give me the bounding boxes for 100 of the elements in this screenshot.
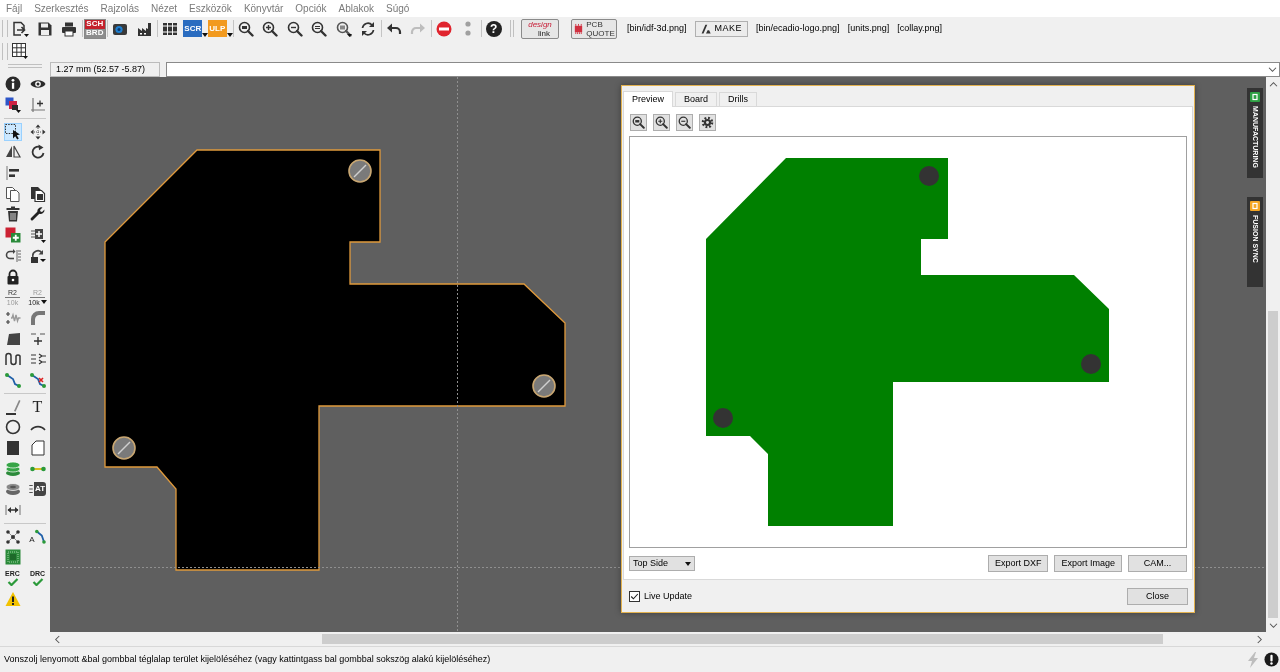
caret-icon (226, 33, 233, 37)
print-icon[interactable] (61, 20, 78, 37)
menu-item[interactable]: Fájl (6, 3, 23, 14)
dashed-select-cursor-icon[interactable] (3, 122, 22, 141)
pen-line-icon[interactable] (3, 397, 22, 416)
toolbar-handle[interactable] (2, 20, 8, 37)
switch-segment[interactable]: SCH (84, 19, 105, 29)
disc-stack-icon[interactable] (3, 459, 22, 478)
alert-icon[interactable] (1264, 652, 1279, 667)
zoom-fit-icon[interactable] (237, 20, 254, 37)
rounded-corner-icon[interactable] (28, 308, 47, 327)
stop-icon[interactable] (435, 20, 452, 37)
chevron-down-icon[interactable] (1268, 621, 1278, 629)
zoom-fit-icon (632, 116, 645, 129)
settings-icon (701, 116, 714, 129)
caret-icon (202, 33, 209, 37)
align-left-icon[interactable] (3, 164, 22, 183)
chevron-right-icon[interactable] (1255, 634, 1263, 644)
text-tool[interactable]: T (27, 397, 48, 417)
chevron-left-icon[interactable] (53, 634, 61, 644)
drill-hole (713, 408, 733, 428)
pcb-quote-button[interactable]: PCB QUOTE (571, 18, 617, 39)
route-cross-icon[interactable] (28, 370, 47, 389)
toolbar-handle[interactable] (8, 64, 42, 68)
menu-item[interactable]: Nézet (150, 3, 178, 14)
status-message: Vonszolj lenyomott &bal gombbal téglalap terület kijelöléséhez (vagy kattintgass bal gombbal sokszög alakú kijelöléséhez) (4, 655, 492, 664)
menu-item[interactable]: Rajzolás (100, 3, 139, 14)
zoom-out-icon (678, 116, 691, 129)
settings-button[interactable] (699, 114, 716, 131)
make-button[interactable]: MAKE (694, 20, 749, 37)
check-icon (6, 578, 19, 587)
route-line-icon (34, 529, 46, 546)
chevron-up-icon[interactable] (1268, 81, 1278, 88)
toolbar-link[interactable]: [collay.png] (897, 24, 942, 33)
zoom-out-button[interactable] (676, 114, 693, 131)
books-icon[interactable] (162, 20, 179, 37)
toolbar-handle[interactable] (2, 42, 8, 60)
dots-icon[interactable] (465, 20, 472, 37)
dialog-tab[interactable]: Preview (623, 91, 673, 107)
attribute-tool[interactable]: AT (26, 479, 49, 499)
route-line-icon[interactable] (3, 370, 22, 389)
scrollbar-thumb[interactable] (322, 634, 1163, 644)
dark-pages-icon[interactable] (28, 184, 47, 203)
dialog-tab[interactable]: Board (675, 92, 718, 106)
triangle-logo-icon (700, 23, 711, 34)
drill-hole (1081, 354, 1101, 374)
axes-plus-icon[interactable] (28, 96, 47, 115)
add-squares-icon[interactable] (3, 226, 22, 245)
zoom-caret-icon[interactable] (335, 20, 352, 37)
zoom-in-icon[interactable] (262, 20, 279, 37)
framed-grid-square-icon[interactable] (3, 548, 22, 567)
menu-item[interactable]: Opciók (295, 3, 327, 14)
action-button[interactable]: CAM... (1128, 555, 1187, 572)
circle-icon[interactable] (3, 418, 22, 437)
script-button[interactable]: SCR (183, 20, 203, 37)
menu-item[interactable]: Ablakok (338, 3, 375, 14)
dialog-tab[interactable]: Drills (719, 92, 758, 106)
live-update-checkbox[interactable] (629, 590, 640, 602)
menu-item[interactable]: Súgó (386, 3, 410, 14)
dot-network-icon[interactable] (3, 527, 22, 546)
menu-item[interactable]: Könyvtár (243, 3, 284, 14)
zoom-in-button[interactable] (653, 114, 670, 131)
caret-icon (40, 300, 47, 305)
swap-cycle-icon[interactable] (3, 246, 22, 265)
live-update-label: Live Update (644, 591, 693, 601)
save-icon[interactable] (36, 20, 53, 37)
info-icon[interactable] (3, 75, 22, 94)
mounting-hole (532, 374, 556, 398)
action-button[interactable]: Export Image (1054, 555, 1122, 572)
toolbar-link[interactable]: [bin/idf-3d.png] (627, 24, 687, 33)
design-link-button[interactable]: design link (521, 18, 559, 39)
chevron-down-icon[interactable] (1268, 66, 1277, 73)
menu-item[interactable]: Eszközök (189, 3, 232, 14)
scrollbar-thumb[interactable] (1268, 311, 1278, 618)
replace-plus-icon[interactable] (28, 226, 47, 245)
refresh-icon[interactable] (360, 20, 377, 37)
mounting-hole (348, 159, 372, 183)
file-arrow-icon[interactable] (11, 20, 29, 37)
toolbar-link[interactable]: [units.png] (847, 24, 890, 33)
zoom-equal-icon[interactable] (311, 20, 328, 37)
grid-icon[interactable] (12, 43, 29, 59)
stacked-squares-icon[interactable] (3, 96, 22, 115)
zoom-out-icon[interactable] (286, 20, 303, 37)
close-button[interactable]: Close (1127, 587, 1188, 605)
chip-icon (573, 22, 585, 35)
copy-pages-icon[interactable] (3, 184, 22, 203)
coordinate-display: 1.27 mm (52.57 -5.87) (50, 62, 160, 77)
action-button[interactable]: Export DXF (987, 555, 1049, 572)
help-button[interactable]: ? (485, 20, 502, 37)
schematic-board-switch[interactable]: SCH BRD (83, 18, 106, 39)
autorouter-tool[interactable]: A (27, 527, 48, 547)
four-arrows-icon[interactable] (28, 122, 47, 141)
menu-item[interactable]: Szerkesztés (34, 3, 89, 14)
side-dropdown[interactable]: Top Side (629, 556, 695, 571)
check-icon (31, 578, 44, 587)
caret-icon (685, 561, 691, 566)
zoom-fit-button[interactable] (630, 114, 647, 131)
toolbar-link[interactable]: [bin/ecadio-logo.png] (756, 24, 840, 33)
command-field[interactable] (166, 62, 1280, 77)
factory-icon[interactable] (136, 20, 153, 37)
